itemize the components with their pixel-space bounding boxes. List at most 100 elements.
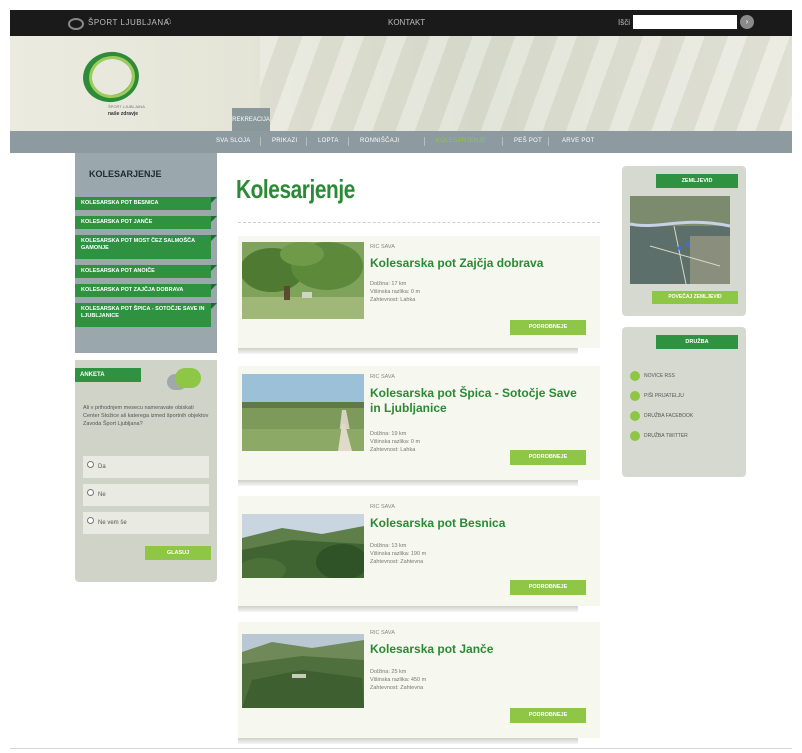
sidebar-item[interactable]: KOLESARSKA POT JANČE <box>75 216 217 229</box>
card-title[interactable]: Kolesarska pot Janče <box>370 642 590 657</box>
poll-box: ANKETA Ali v prihodnjem mesecu nameravat… <box>75 360 217 582</box>
poll-question: Ali v prihodnjem mesecu nameravate obisk… <box>83 405 209 427</box>
sidebar-item[interactable]: KOLESARSKA POT ANOIČE <box>75 265 217 278</box>
card-shadow <box>238 606 578 612</box>
card-title[interactable]: Kolesarska pot Besnica <box>370 516 590 531</box>
card-meta: Višinska razlika: 190 m <box>370 551 427 557</box>
card-category: RIC SAVA <box>370 630 395 636</box>
card-meta: Zahtevnost: Lahka <box>370 297 416 303</box>
card-shadow <box>238 738 578 744</box>
route-map[interactable] <box>630 196 730 284</box>
card-meta: Dolžina: 25 km <box>370 669 407 675</box>
details-button[interactable]: PODROBNEJE <box>510 708 586 723</box>
route-photo[interactable] <box>242 514 364 578</box>
social-link-share[interactable]: PIŠI PRIJATELJU <box>630 391 684 401</box>
nav-item-active[interactable]: KOLESARJENJE <box>436 138 486 144</box>
twitter-icon <box>630 431 640 441</box>
poll-option[interactable]: Da <box>83 456 209 478</box>
card-category: RIC SAVA <box>370 374 395 380</box>
card-meta: Dolžina: 17 km <box>370 281 407 287</box>
card-shadow <box>238 480 578 486</box>
map-tag: ZEMLJEVID <box>656 174 738 188</box>
sidebar-item[interactable]: KOLESARSKA POT ŠPICA - SOTOČJE SAVE IN L… <box>75 303 217 327</box>
social-link-rss[interactable]: NOVICE RSS <box>630 371 675 381</box>
main-nav: SVA SLOJA PRIKAZI LOPTA RONNIŠČAJI KOLES… <box>10 131 792 153</box>
social-tag: DRUŽBA <box>656 335 738 349</box>
nav-divider <box>424 137 425 146</box>
details-button[interactable]: PODROBNEJE <box>510 450 586 465</box>
nav-item[interactable]: RONNIŠČAJI <box>360 138 399 144</box>
poll-option[interactable]: Ne vem še <box>83 512 209 534</box>
poll-option-label: Da <box>98 464 106 470</box>
rss-icon <box>630 371 640 381</box>
card-title[interactable]: Kolesarska pot Špica - Sotočje Save in L… <box>370 386 590 416</box>
nav-item[interactable]: LOPTA <box>318 138 339 144</box>
enlarge-map-button[interactable]: POVEČAJ ZEMLJEVID <box>652 291 738 304</box>
card-shadow <box>238 348 578 354</box>
social-link-label: DRUŽBA FACEBOOK <box>644 413 694 419</box>
vote-button[interactable]: GLASUJ <box>145 546 211 560</box>
nav-item[interactable]: PRIKAZI <box>272 138 297 144</box>
brand-link[interactable]: ŠPORT LJUBLJANA <box>88 18 169 27</box>
route-card: RIC SAVA Kolesarska pot Janče Dolžina: 2… <box>238 622 600 744</box>
nav-divider <box>260 137 261 146</box>
page-title: Kolesarjenje <box>236 174 355 204</box>
card-meta: Višinska razlika: 0 m <box>370 439 421 445</box>
nav-divider <box>306 137 307 146</box>
card-meta: Višinska razlika: 450 m <box>370 677 427 683</box>
logo-text-1: ŠPORT LJUBLJANA <box>108 104 145 109</box>
chat-bubble-icon <box>175 368 201 388</box>
social-link-label: DRUŽBA TWITTER <box>644 433 688 439</box>
header-tab[interactable]: REKREACIJA <box>232 108 270 131</box>
route-card: RIC SAVA Kolesarska pot Besnica Dolžina:… <box>238 496 600 612</box>
contact-link[interactable]: KONTAKT <box>388 18 425 27</box>
social-link-label: NOVICE RSS <box>644 373 675 379</box>
nav-item[interactable]: SVA SLOJA <box>216 138 251 144</box>
sidebar-item[interactable]: KOLESARSKA POT MOST ČEZ SALMOŠČA GAMONJE <box>75 235 217 259</box>
route-photo[interactable] <box>242 374 364 451</box>
social-link-label: PIŠI PRIJATELJU <box>644 393 684 399</box>
nav-divider <box>348 137 349 146</box>
card-meta: Zahtevnost: Zahtevna <box>370 559 424 565</box>
card-meta: Dolžina: 19 km <box>370 431 407 437</box>
poll-option[interactable]: Ne <box>83 484 209 506</box>
details-button[interactable]: PODROBNEJE <box>510 580 586 595</box>
page: ŠPORT LJUBLJANA ⌂ KONTAKT Išči › ŠPORT L… <box>10 0 792 753</box>
sidebar-item[interactable]: KOLESARSKA POT BESNICA <box>75 197 217 210</box>
card-meta: Zahtevnost: Zahtevna <box>370 685 424 691</box>
facebook-icon <box>630 411 640 421</box>
card-category: RIC SAVA <box>370 244 395 250</box>
sidebar-item[interactable]: KOLESARSKA POT ZAJČJA DOBRAVA <box>75 284 217 297</box>
nav-item[interactable]: PEŠ POT <box>514 138 542 144</box>
details-button[interactable]: PODROBNEJE <box>510 320 586 335</box>
card-meta: Višinska razlika: 0 m <box>370 289 421 295</box>
card-category: RIC SAVA <box>370 504 395 510</box>
card-title[interactable]: Kolesarska pot Zajčja dobrava <box>370 256 590 271</box>
route-photo[interactable] <box>242 634 364 708</box>
poll-option-label: Ne <box>98 492 106 498</box>
social-link-twitter[interactable]: DRUŽBA TWITTER <box>630 431 688 441</box>
search-input[interactable] <box>633 15 737 29</box>
header-photo <box>260 36 792 131</box>
share-icon <box>630 391 640 401</box>
map-panel: ZEMLJEVID POVEČAJ ZEMLJEVID <box>622 166 746 316</box>
poll-radio[interactable] <box>87 461 94 468</box>
search-submit-icon[interactable]: › <box>740 15 754 29</box>
route-photo[interactable] <box>242 242 364 319</box>
bottom-divider <box>10 748 792 749</box>
social-panel: DRUŽBA NOVICE RSS PIŠI PRIJATELJU DRUŽBA… <box>622 327 746 477</box>
top-bar: ŠPORT LJUBLJANA ⌂ KONTAKT Išči › <box>10 10 792 36</box>
social-link-facebook[interactable]: DRUŽBA FACEBOOK <box>630 411 693 421</box>
nav-divider <box>502 137 503 146</box>
poll-radio[interactable] <box>87 489 94 496</box>
route-card: RIC SAVA Kolesarska pot Zajčja dobrava D… <box>238 236 600 354</box>
brand-logo-icon[interactable] <box>68 18 84 30</box>
search-label: Išči <box>618 18 630 27</box>
card-meta: Zahtevnost: Lahka <box>370 447 416 453</box>
poll-radio[interactable] <box>87 517 94 524</box>
home-icon[interactable]: ⌂ <box>165 15 172 27</box>
poll-option-label: Ne vem še <box>98 520 127 526</box>
route-card: RIC SAVA Kolesarska pot Špica - Sotočje … <box>238 366 600 486</box>
header-banner: ŠPORT LJUBLJANA naše zdravje REKREACIJA <box>10 36 792 131</box>
nav-item[interactable]: ARVE POT <box>562 138 595 144</box>
